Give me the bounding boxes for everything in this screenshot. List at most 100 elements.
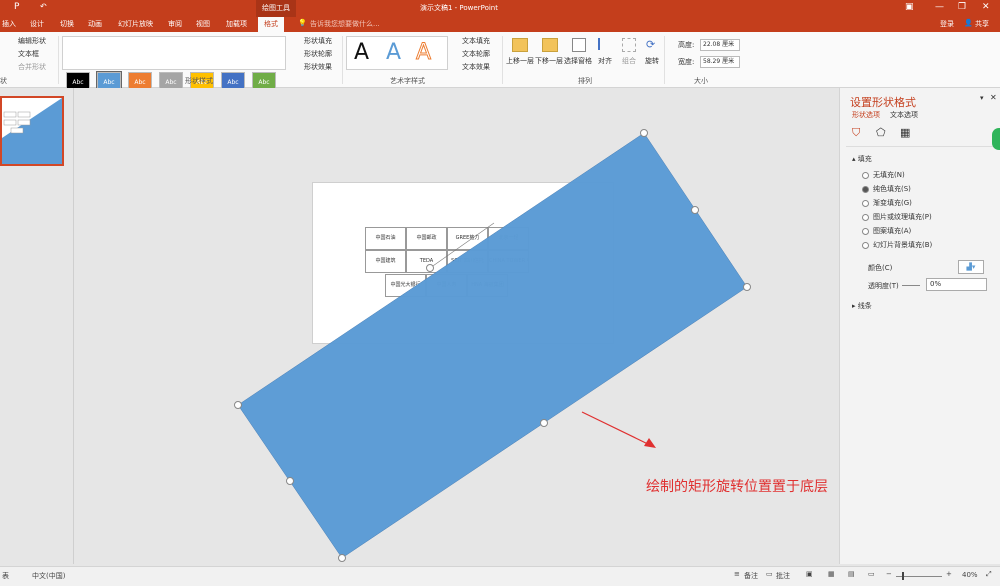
slide-indicator: 表 [2,572,9,580]
resize-handle[interactable] [640,129,648,137]
resize-handle[interactable] [286,477,294,485]
bring-forward-button[interactable]: 上移一层 [506,56,534,66]
wordart-style-black[interactable]: A [354,40,369,65]
normal-view-icon[interactable]: ▣ [806,570,813,578]
tab-view[interactable]: 视图 [196,19,210,29]
radio-button[interactable] [862,185,869,193]
maximize-button[interactable]: ❐ [958,2,966,12]
tab-insert[interactable]: 插入 [2,19,16,29]
size-properties-icon[interactable]: ▦ [900,126,910,139]
resize-handle[interactable] [743,283,751,291]
slideshow-view-icon[interactable]: ▭ [868,570,875,578]
tab-animations[interactable]: 动画 [88,19,102,29]
zoom-out-button[interactable]: − [886,570,892,578]
wordart-group-label: 艺术字样式 [390,77,425,85]
radio-button[interactable] [862,241,869,249]
text-fill-button[interactable]: 文本填充 [462,36,490,46]
slide-thumbnail[interactable] [0,96,64,166]
shape-styles-gallery [62,36,286,70]
tab-shape-options[interactable]: 形状选项 [852,110,880,120]
pane-close-icon[interactable]: ✕ [990,93,997,102]
align-button[interactable]: 对齐 [598,56,612,66]
rotation-handle[interactable] [426,264,434,272]
fill-option-radio[interactable]: 幻灯片背景填充(B) [862,240,932,250]
transparency-slider[interactable] [902,285,920,286]
resize-handle[interactable] [234,401,242,409]
zoom-level[interactable]: 40% [962,571,978,579]
slide-sorter-icon[interactable]: ▦ [828,570,835,578]
slide-thumbnail-pane [0,88,74,564]
edit-shape-button[interactable]: 编辑形状 [18,36,46,46]
height-input[interactable]: 22.08 厘米 [700,39,740,51]
fill-option-radio[interactable]: 无填充(N) [862,170,905,180]
width-input[interactable]: 58.29 厘米 [700,56,740,68]
radio-button[interactable] [862,227,869,235]
send-backward-button[interactable]: 下移一层 [535,56,563,66]
comments-button[interactable]: 批注 [776,571,790,581]
fill-line-icon[interactable]: ⛉ [852,126,860,140]
radio-button[interactable] [862,199,869,207]
language-indicator[interactable]: 中文(中国) [32,571,65,581]
fit-slide-icon[interactable]: ⤢ [986,570,992,579]
reading-view-icon[interactable]: ▤ [848,570,855,578]
text-effects-button[interactable]: 文本效果 [462,62,490,72]
rotate-button[interactable]: 旋转 [645,56,659,66]
group-icon[interactable] [622,38,636,52]
fill-option-radio[interactable]: 图片或纹理填充(P) [862,212,932,222]
selection-pane-icon[interactable] [572,38,586,52]
tab-format[interactable]: 格式 [258,17,284,32]
radio-button[interactable] [862,213,869,221]
rotate-icon[interactable]: ⟳ [646,38,655,51]
transparency-input[interactable]: 0% [926,278,987,291]
shape-effects-button[interactable]: 形状效果 [304,62,332,72]
radio-button[interactable] [862,171,869,179]
bring-forward-icon[interactable] [512,38,528,52]
separator [846,146,996,147]
align-icon[interactable] [598,38,612,50]
selection-pane-button[interactable]: 选择窗格 [564,56,592,66]
wordart-style-orange[interactable]: A [415,40,431,66]
ribbon-display-icon[interactable]: ▣ [905,2,914,12]
app-icon[interactable]: P [14,2,19,12]
undo-icon[interactable]: ↶ [40,2,47,11]
send-backward-icon[interactable] [542,38,558,52]
color-picker-button[interactable]: ▟▾ [958,260,984,274]
fill-section-header[interactable]: ▴ 填充 [852,154,872,164]
zoom-slider-thumb[interactable] [902,572,904,580]
fill-option-radio[interactable]: 渐变填充(G) [862,198,912,208]
fill-option-radio[interactable]: 图案填充(A) [862,226,911,236]
group-button[interactable]: 组合 [622,56,636,66]
resize-handle[interactable] [338,554,346,562]
line-section-header[interactable]: ▸ 线条 [852,301,872,311]
slide-editing-canvas[interactable]: 中国石油中国邮政GREE格力北京一轻中国建筑TEDASCIT 四川信托CHINA… [74,88,966,564]
effects-icon[interactable]: ⬠ [876,126,886,139]
fill-option-radio[interactable]: 纯色填充(S) [862,184,911,194]
green-badge-icon[interactable] [992,128,1000,150]
login-link[interactable]: 登录 [940,19,954,29]
share-button[interactable]: 共享 [975,19,989,29]
tab-review[interactable]: 审阅 [168,19,182,29]
zoom-in-button[interactable]: + [946,570,952,578]
merge-shapes-button[interactable]: 合并形状 [18,62,46,72]
pane-options-chevron-icon[interactable]: ▾ [980,94,984,102]
shape-fill-button[interactable]: 形状填充 [304,36,332,46]
color-label: 颜色(C) [868,264,893,272]
tell-me-search[interactable]: 告诉我您想要做什么... [310,19,380,29]
resize-handle[interactable] [540,419,548,427]
minimize-button[interactable]: — [935,2,944,12]
tab-design[interactable]: 设计 [30,19,44,29]
tab-addins[interactable]: 加载项 [226,19,247,29]
shape-outline-button[interactable]: 形状轮廓 [304,49,332,59]
wordart-style-blue[interactable]: A [386,40,401,65]
text-outline-button[interactable]: 文本轮廓 [462,49,490,59]
text-box-button[interactable]: 文本框 [18,49,39,59]
tab-transitions[interactable]: 切换 [60,19,74,29]
resize-handle[interactable] [691,206,699,214]
comments-icon[interactable]: ▭ [766,570,773,578]
notes-button[interactable]: 备注 [744,571,758,581]
pane-title: 设置形状格式 [850,96,916,109]
tab-slideshow[interactable]: 幻灯片放映 [118,19,153,29]
close-button[interactable]: ✕ [982,2,990,12]
notes-icon[interactable]: ≡ [734,570,740,578]
tab-text-options[interactable]: 文本选项 [890,110,918,120]
